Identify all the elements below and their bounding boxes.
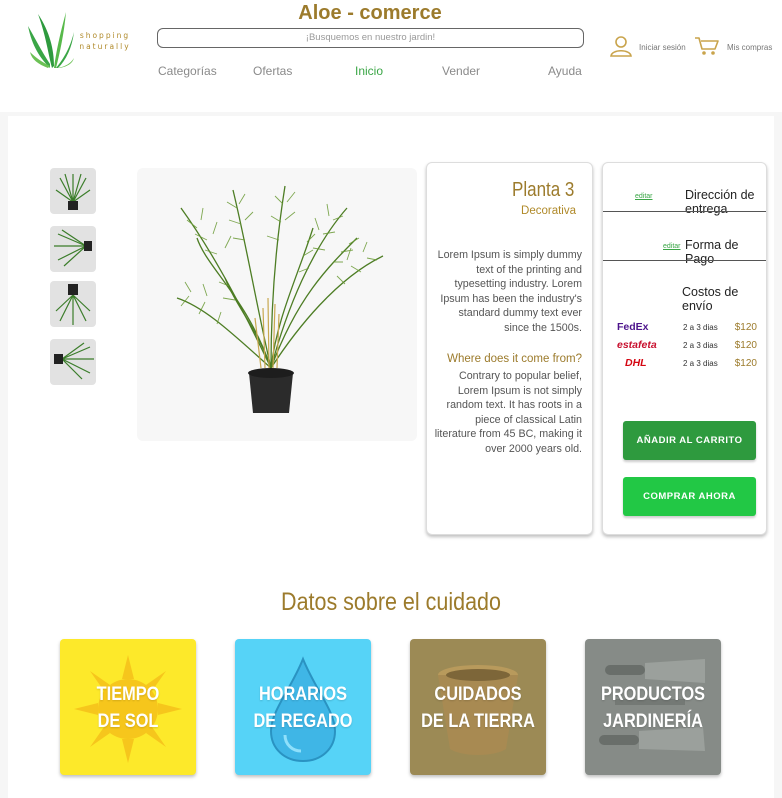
tile-label: CUIDADOS DE LA TIERRA [421,684,535,732]
plant-thumbnail [55,173,91,210]
user-icon[interactable] [609,36,633,57]
product-subtitle: Decorativa [521,205,576,217]
product-origin-heading: Where does it come from? [447,353,582,365]
care-section-title: Datos sobre el cuidado [281,588,501,616]
plant-thumbnail [54,229,92,267]
edit-payment-link[interactable]: editar [663,243,681,250]
thumbnail-3[interactable] [50,281,96,327]
add-to-cart-button[interactable]: AÑADIR AL CARRITO [623,421,756,460]
shipping-price: $120 [734,358,757,369]
buy-now-button[interactable]: COMPRAR AHORA [623,477,756,516]
product-title: Planta 3 [511,179,574,201]
nav-inicio[interactable]: Inicio [355,64,383,78]
nav-ofertas[interactable]: Ofertas [253,64,292,78]
shipping-row-estafeta[interactable]: estafeta 2 a 3 dias $120 [617,339,757,353]
logo-tagline: shopping naturally [79,31,131,51]
site-title[interactable]: Aloe - comerce [0,2,740,25]
tile-label: TIEMPO DE SOL [96,684,160,732]
plant-thumbnail [54,342,94,380]
shipping-title: Costos de envío [682,285,739,313]
thumbnail-2[interactable] [50,226,96,272]
tile-sun-time[interactable]: TIEMPO DE SOL [60,639,196,775]
tile-label: PRODUCTOS JARDINERÍA [600,684,706,732]
tile-label: HORARIOS DE REGADO [253,684,353,732]
search-input[interactable]: ¡Busquemos en nuestro jardin! [157,28,584,48]
tile-soil-care[interactable]: CUIDADOS DE LA TIERRA [410,639,546,775]
payment-label[interactable]: Forma de Pago [685,238,766,266]
nav-categorias[interactable]: Categorías [158,64,217,78]
tile-watering[interactable]: HORARIOS DE REGADO [235,639,371,775]
login-link[interactable]: Iniciar sesión [639,43,686,52]
cart-link[interactable]: Mis compras [727,43,772,52]
tile-gardening-products[interactable]: PRODUCTOS JARDINERÍA [585,639,721,775]
fedex-logo: FedEx [617,321,649,333]
purchase-card: editar Dirección de entrega editar Forma… [602,162,767,535]
estafeta-logo: estafeta [617,339,657,351]
divider [603,211,766,212]
nav-ayuda[interactable]: Ayuda [548,64,582,78]
shipping-row-dhl[interactable]: DHL 2 a 3 dias $120 [617,357,757,371]
divider [603,260,766,261]
shipping-row-fedex[interactable]: FedEx 2 a 3 dias $120 [617,321,757,335]
thumbnail-1[interactable] [50,168,96,214]
header: shopping naturally Aloe - comerce ¡Busqu… [0,0,782,112]
edit-address-link[interactable]: editar [635,193,653,200]
shipping-days: 2 a 3 dias [683,359,718,368]
plant-thumbnail [55,284,91,325]
thumbnail-4[interactable] [50,339,96,385]
shipping-days: 2 a 3 dias [683,341,718,350]
product-description: Lorem Ipsum is simply dummy text of the … [437,249,582,334]
product-main-image[interactable] [137,168,417,441]
cart-icon[interactable] [694,36,720,56]
plant-image [176,185,384,413]
shipping-price: $120 [734,322,757,333]
product-description-card: Planta 3 Decorativa Lorem Ipsum is simpl… [426,162,593,535]
nav-vender[interactable]: Vender [442,64,480,78]
dhl-logo: DHL [625,357,647,369]
product-origin-text: Contrary to popular belief, Lorem Ipsum … [434,370,582,455]
shipping-price: $120 [734,340,757,351]
shipping-days: 2 a 3 dias [683,323,718,332]
